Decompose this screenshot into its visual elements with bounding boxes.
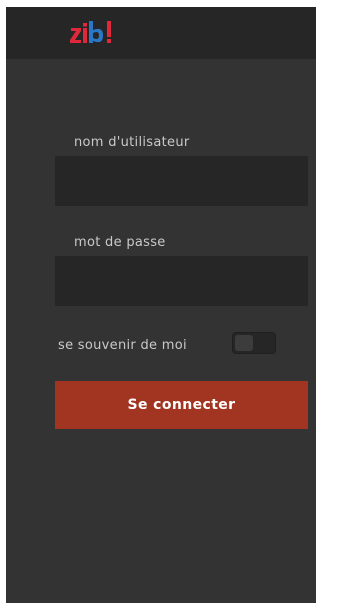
toggle-knob xyxy=(235,335,253,351)
app-screen: nom d'utilisateur mot de passe se souven… xyxy=(6,7,316,603)
login-button[interactable]: Se connecter xyxy=(55,381,308,429)
top-bar xyxy=(6,7,316,59)
remember-me-label: se souvenir de moi xyxy=(58,338,187,353)
username-input[interactable] xyxy=(55,156,308,206)
zibi-logo xyxy=(69,15,125,51)
remember-me-toggle[interactable] xyxy=(232,332,276,354)
password-input[interactable] xyxy=(55,256,308,306)
password-label: mot de passe xyxy=(74,235,166,250)
logo-icon xyxy=(70,21,111,43)
username-label: nom d'utilisateur xyxy=(74,135,190,150)
